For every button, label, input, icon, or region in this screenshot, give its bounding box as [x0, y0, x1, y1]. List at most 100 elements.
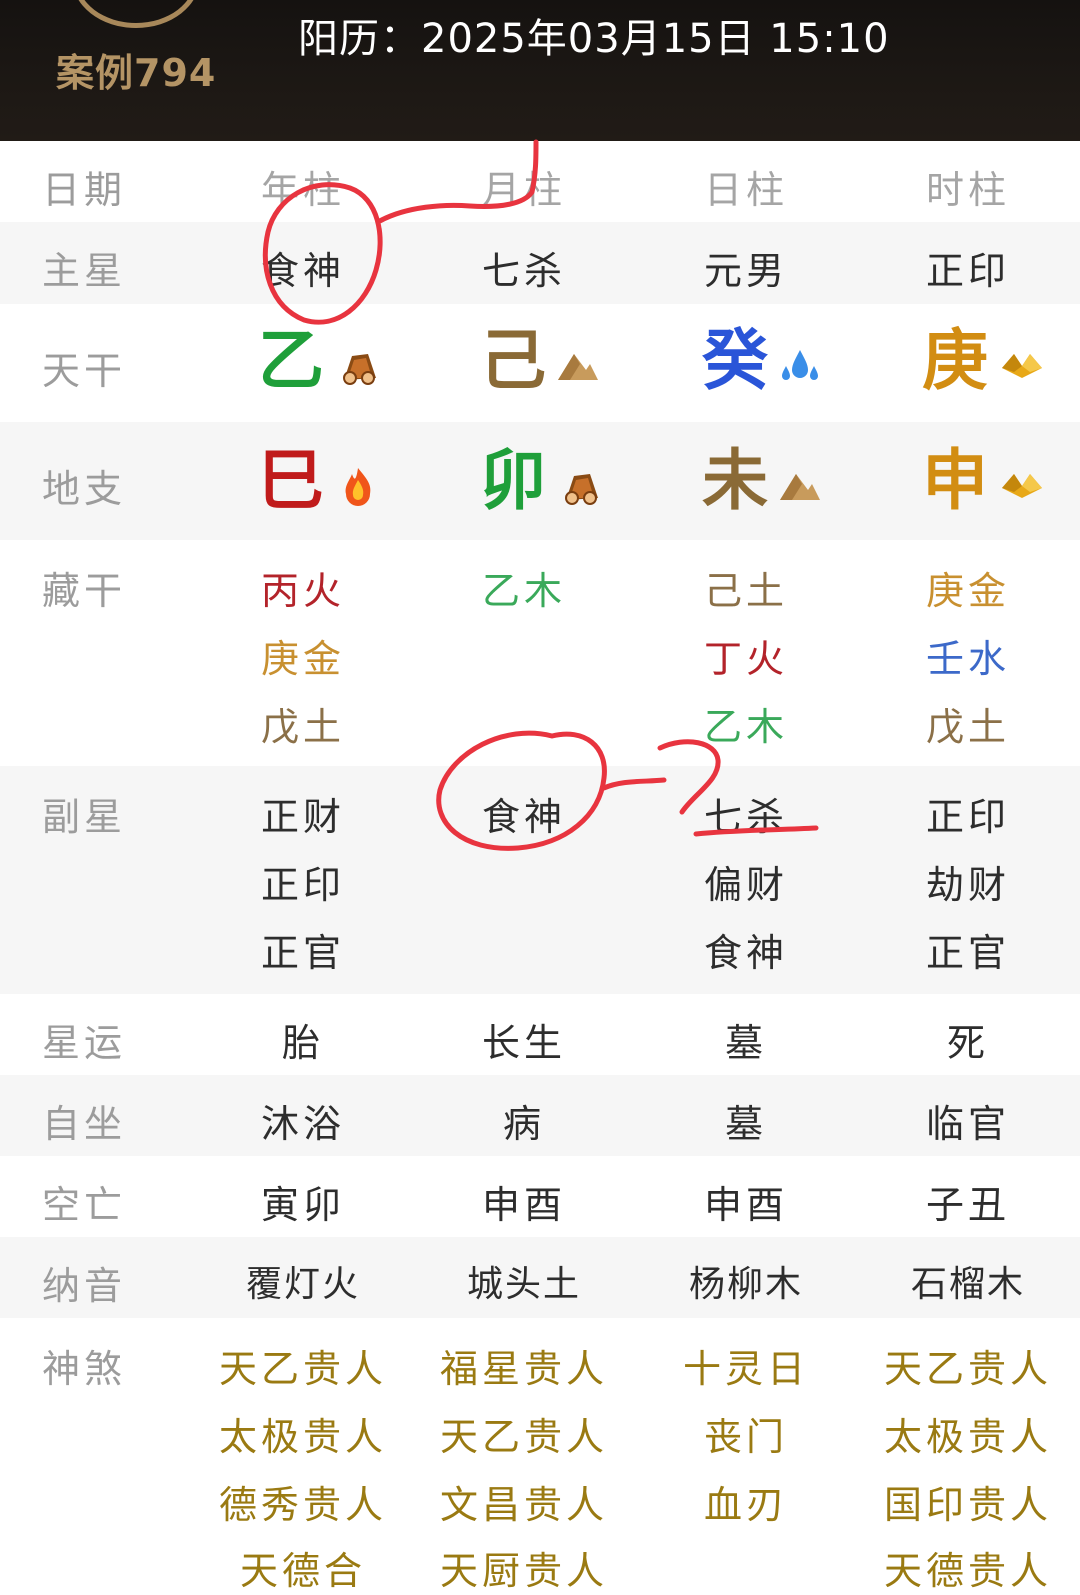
shensha-month-3: 文昌贵人: [439, 1483, 608, 1527]
nayin-hour: 石榴木: [910, 1264, 1025, 1305]
header-bar: 案例794 阳历：2025年03月15日 15:10: [0, 0, 1080, 141]
sub-star-hour-3: 正官: [925, 931, 1010, 975]
hidden-stem-month-1: 乙木: [481, 569, 566, 613]
star-fortune-month: 长生: [481, 1021, 566, 1065]
earthly-branch-row: 地支 巳 卯 未 申: [0, 422, 1080, 540]
sub-star-day-3: 食神: [703, 931, 788, 975]
column-header-row: 日期 年柱 月柱 日柱 时柱: [0, 141, 1080, 222]
row-label-date: 日期: [42, 168, 127, 212]
stem-year: 乙: [258, 322, 324, 399]
void-month: 申酉: [481, 1183, 566, 1227]
fire-icon: [345, 468, 371, 506]
hidden-stem-year-1: 丙火: [260, 569, 345, 613]
self-sitting-hour: 临官: [925, 1102, 1010, 1146]
hidden-stem-day-1: 己土: [703, 569, 788, 613]
wood-icon: [343, 354, 376, 385]
void-row: 空亡 寅卯 申酉 申酉 子丑: [0, 1156, 1080, 1237]
metal-icon: [1002, 354, 1042, 378]
main-star-hour: 正印: [925, 249, 1010, 293]
shensha-row: 神煞 天乙贵人 太极贵人 德秀贵人 天德合 福星贵人 天乙贵人 文昌贵人 天厨贵…: [0, 1318, 1080, 1593]
main-star-row: 主星 食神 七杀 元男 正印: [0, 222, 1080, 304]
self-sitting-month: 病: [502, 1102, 545, 1146]
wood-icon: [565, 474, 598, 505]
hidden-stem-hour-3: 戊土: [925, 705, 1010, 749]
self-sitting-row: 自坐 沐浴 病 墓 临官: [0, 1075, 1080, 1156]
row-label-main-star: 主星: [42, 249, 127, 293]
metal-icon: [1002, 474, 1042, 498]
shensha-day-2: 丧门: [703, 1415, 788, 1459]
stem-day: 癸: [702, 322, 768, 399]
branch-day: 未: [702, 442, 768, 519]
sub-star-year-1: 正财: [260, 795, 345, 839]
row-label-nayin: 纳音: [42, 1264, 127, 1308]
shensha-month-4: 天厨贵人: [439, 1549, 608, 1593]
hidden-stem-hour-2: 壬水: [925, 637, 1010, 681]
hidden-stem-year-3: 戊土: [260, 705, 345, 749]
col-header-year: 年柱: [260, 168, 345, 212]
shensha-hour-4: 天德贵人: [883, 1549, 1052, 1593]
self-sitting-year: 沐浴: [260, 1102, 345, 1146]
shensha-year-3: 德秀贵人: [218, 1483, 387, 1527]
sub-star-day-2: 偏财: [703, 863, 788, 907]
row-label-sub-star: 副星: [42, 795, 127, 839]
hidden-stem-day-3: 乙木: [703, 705, 788, 749]
void-year: 寅卯: [260, 1183, 345, 1227]
branch-hour: 申: [922, 442, 988, 519]
shensha-day-1: 十灵日: [682, 1347, 809, 1391]
col-header-month: 月柱: [481, 168, 566, 212]
row-label-hidden-stems: 藏干: [42, 569, 127, 613]
nayin-month: 城头土: [466, 1264, 581, 1305]
row-label-shensha: 神煞: [42, 1347, 127, 1391]
sub-star-month-1: 食神: [481, 795, 566, 839]
col-header-day: 日柱: [703, 168, 788, 212]
branch-year: 巳: [258, 442, 324, 519]
shensha-hour-2: 太极贵人: [883, 1415, 1052, 1459]
hidden-stem-hour-1: 庚金: [925, 569, 1010, 613]
logo-emblem: [72, 0, 200, 28]
sub-star-hour-2: 劫财: [925, 863, 1010, 907]
case-label: 案例794: [56, 51, 217, 95]
earth-icon: [780, 474, 820, 500]
void-day: 申酉: [703, 1183, 788, 1227]
row-label-self-sitting: 自坐: [42, 1102, 127, 1146]
shensha-month-1: 福星贵人: [439, 1347, 608, 1391]
shensha-hour-3: 国印贵人: [883, 1483, 1052, 1527]
main-star-month: 七杀: [481, 249, 566, 293]
heavenly-stem-row: 天干 乙 己 癸 庚: [0, 304, 1080, 422]
main-star-day: 元男: [703, 249, 788, 293]
sub-star-year-2: 正印: [260, 863, 345, 907]
shensha-hour-1: 天乙贵人: [883, 1347, 1052, 1391]
nayin-year: 覆灯火: [245, 1264, 360, 1305]
sub-star-row: 副星 正财 正印 正官 食神 七杀 偏财 食神 正印 劫财 正官: [0, 766, 1080, 994]
stem-hour: 庚: [922, 322, 988, 399]
nayin-day: 杨柳木: [688, 1264, 803, 1305]
main-star-year: 食神: [260, 249, 345, 293]
row-label-heavenly-stem: 天干: [42, 349, 127, 393]
shensha-year-1: 天乙贵人: [218, 1347, 387, 1391]
row-label-star-fortune: 星运: [42, 1021, 127, 1065]
star-fortune-day: 墓: [724, 1021, 767, 1065]
nayin-row: 纳音 覆灯火 城头土 杨柳木 石榴木: [0, 1237, 1080, 1318]
shensha-month-2: 天乙贵人: [439, 1415, 608, 1459]
shensha-year-2: 太极贵人: [218, 1415, 387, 1459]
hidden-stem-year-2: 庚金: [260, 637, 345, 681]
earth-icon: [558, 354, 598, 380]
sub-star-year-3: 正官: [260, 931, 345, 975]
hidden-stems-row: 藏干 丙火 庚金 戊土 乙木 己土 丁火 乙木 庚金 壬水 戊土: [0, 540, 1080, 766]
hidden-stem-day-2: 丁火: [703, 637, 788, 681]
void-hour: 子丑: [925, 1183, 1010, 1227]
self-sitting-day: 墓: [724, 1102, 767, 1146]
sub-star-day-1: 七杀: [703, 795, 788, 839]
shensha-day-3: 血刃: [703, 1483, 788, 1527]
water-icon: [782, 350, 818, 380]
solar-date: 阳历：2025年03月15日 15:10: [298, 16, 890, 62]
star-fortune-year: 胎: [281, 1021, 324, 1065]
row-label-earthly-branch: 地支: [42, 467, 127, 511]
star-fortune-hour: 死: [946, 1021, 989, 1065]
star-fortune-row: 星运 胎 长生 墓 死: [0, 994, 1080, 1075]
shensha-year-4: 天德合: [239, 1549, 366, 1593]
stem-month: 己: [480, 322, 546, 399]
sub-star-hour-1: 正印: [925, 795, 1010, 839]
row-label-void: 空亡: [42, 1183, 127, 1227]
col-header-hour: 时柱: [925, 168, 1010, 212]
